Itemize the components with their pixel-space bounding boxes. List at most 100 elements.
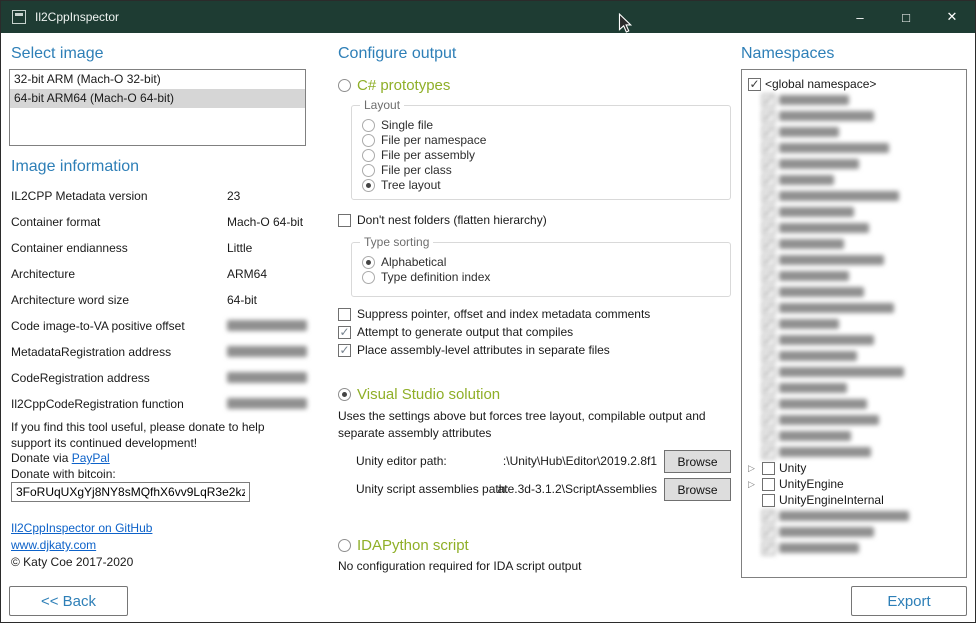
redacted-value [227,372,307,383]
unity-script-path-value[interactable]: ate.3d-3.1.2\ScriptAssemblies [431,482,657,496]
image-listbox[interactable]: 32-bit ARM (Mach-O 32-bit) 64-bit ARM64 … [9,69,306,146]
namespace-item-redacted[interactable] [748,124,962,140]
checkbox-icon-checked[interactable] [338,326,351,339]
browse-script-button[interactable]: Browse [664,478,731,501]
radio-type-definition-index[interactable]: Type definition index [362,271,730,283]
namespaces-list[interactable]: <global namespace> [741,69,967,578]
paypal-link[interactable]: PayPal [72,451,110,465]
namespace-item-redacted[interactable] [748,268,962,284]
namespace-item-redacted[interactable] [748,380,962,396]
radio-label[interactable]: C# prototypes [357,77,450,94]
website-link[interactable]: www.djkaty.com [11,538,96,552]
namespace-item-redacted[interactable] [748,428,962,444]
namespace-item-redacted[interactable] [748,236,962,252]
checkbox-dont-nest[interactable]: Don't nest folders (flatten hierarchy) [338,213,547,227]
checkbox-icon[interactable] [762,494,775,507]
radio-file-per-class[interactable]: File per class [362,164,730,176]
checkbox-icon[interactable] [338,308,351,321]
image-list-item-selected[interactable]: 64-bit ARM64 (Mach-O 64-bit) [10,89,305,108]
minimize-button[interactable]: – [837,1,883,33]
info-row: MetadataRegistration address [11,345,307,371]
unity-editor-path-value[interactable]: :\Unity\Hub\Editor\2019.2.8f1 [431,454,657,468]
checkbox-generate-compiles[interactable]: Attempt to generate output that compiles [338,325,573,339]
back-button[interactable]: << Back [9,586,128,616]
namespace-item-redacted[interactable] [748,172,962,188]
namespace-item-redacted[interactable] [748,140,962,156]
radio-icon[interactable] [362,164,375,177]
namespace-item-redacted[interactable] [748,156,962,172]
checkbox-icon[interactable] [762,478,775,491]
github-link[interactable]: Il2CppInspector on GitHub [11,521,152,535]
radio-icon[interactable] [338,539,351,552]
radio-icon[interactable] [362,149,375,162]
browse-editor-button[interactable]: Browse [664,450,731,473]
namespace-item-redacted[interactable] [748,524,962,540]
radio-label[interactable]: IDAPython script [357,537,469,554]
namespace-item-redacted[interactable] [748,204,962,220]
namespace-item-unityengineinternal[interactable]: UnityEngineInternal [748,492,962,508]
image-list-item[interactable]: 32-bit ARM (Mach-O 32-bit) [10,70,305,89]
donate-via-line: Donate via PayPal [11,451,110,465]
window-title: Il2CppInspector [35,10,119,24]
radio-icon[interactable] [362,119,375,132]
namespace-item-redacted[interactable] [748,92,962,108]
namespace-item-redacted[interactable] [748,252,962,268]
namespace-item-redacted[interactable] [748,412,962,428]
expander-icon[interactable]: ▷ [748,463,758,473]
radio-icon-selected[interactable] [362,179,375,192]
info-row: IL2CPP Metadata version 23 [11,189,307,215]
namespace-item-global[interactable]: <global namespace> [748,76,962,92]
namespace-item-unity[interactable]: ▷ Unity [748,460,962,476]
namespace-item-redacted[interactable] [748,108,962,124]
info-row: CodeRegistration address [11,371,307,397]
namespace-item-redacted[interactable] [748,364,962,380]
checkbox-separate-attribute-files[interactable]: Place assembly-level attributes in separ… [338,343,610,357]
radio-idapython-script[interactable]: IDAPython script [338,537,469,554]
checkbox-icon[interactable] [338,214,351,227]
checkbox-icon-checked[interactable] [338,344,351,357]
radio-file-per-assembly[interactable]: File per assembly [362,149,730,161]
namespace-item-redacted[interactable] [748,444,962,460]
radio-csharp-prototypes[interactable]: C# prototypes [338,77,450,94]
maximize-button[interactable]: □ [883,1,929,33]
checkbox-icon-checked[interactable] [748,78,761,91]
radio-icon-selected[interactable] [338,388,351,401]
close-button[interactable]: ✕ [929,1,975,33]
radio-alphabetical[interactable]: Alphabetical [362,256,730,268]
redacted-value [227,398,307,409]
info-value: Little [227,241,252,255]
bitcoin-address-input[interactable] [11,482,250,502]
namespace-item-redacted[interactable] [748,540,962,556]
namespace-item-redacted[interactable] [748,188,962,204]
info-row: Container endianness Little [11,241,307,267]
info-label: Architecture [11,267,227,281]
namespace-item-redacted[interactable] [748,316,962,332]
expander-icon[interactable]: ▷ [748,479,758,489]
image-info-table: IL2CPP Metadata version 23 Container for… [11,189,307,423]
radio-single-file[interactable]: Single file [362,119,730,131]
checkbox-suppress-metadata[interactable]: Suppress pointer, offset and index metad… [338,307,650,321]
radio-file-per-namespace[interactable]: File per namespace [362,134,730,146]
namespace-item-redacted[interactable] [748,300,962,316]
export-button[interactable]: Export [851,586,967,616]
checkbox-icon[interactable] [762,462,775,475]
namespace-item-unityengine[interactable]: ▷ UnityEngine [748,476,962,492]
namespace-item-redacted[interactable] [748,332,962,348]
radio-visual-studio-solution[interactable]: Visual Studio solution [338,386,500,403]
namespace-item-redacted[interactable] [748,284,962,300]
radio-icon[interactable] [362,134,375,147]
ida-description: No configuration required for IDA script… [338,559,581,573]
radio-icon[interactable] [362,271,375,284]
info-row: Container format Mach-O 64-bit [11,215,307,241]
radio-tree-layout[interactable]: Tree layout [362,179,730,191]
radio-icon-selected[interactable] [362,256,375,269]
radio-label[interactable]: Visual Studio solution [357,386,500,403]
namespace-item-redacted[interactable] [748,220,962,236]
namespace-item-redacted[interactable] [748,396,962,412]
info-label: Architecture word size [11,293,227,307]
namespace-item-redacted[interactable] [748,348,962,364]
redacted-value [227,346,307,357]
radio-icon[interactable] [338,79,351,92]
layout-group-label: Layout [360,98,404,112]
namespace-item-redacted[interactable] [748,508,962,524]
